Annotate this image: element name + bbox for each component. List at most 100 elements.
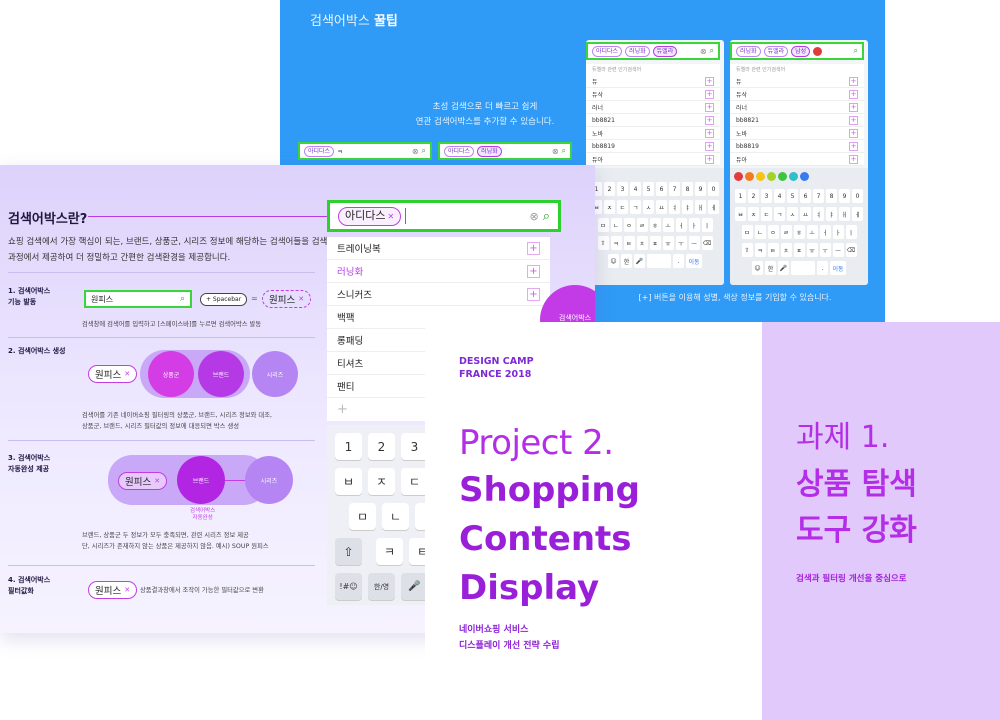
plus-icon[interactable]: +	[705, 89, 714, 99]
key[interactable]: ㅋ	[754, 243, 766, 257]
plus-icon[interactable]: +	[527, 241, 540, 255]
list-item[interactable]: 듀아 +	[730, 153, 864, 166]
key[interactable]: ㅜ	[819, 243, 831, 257]
list-item[interactable]: 듀아 +	[586, 153, 720, 166]
key[interactable]: ㅈ	[368, 468, 395, 495]
key[interactable]: 2	[604, 182, 615, 196]
key[interactable]: ㄴ	[610, 218, 622, 232]
key[interactable]: ㅣ	[845, 225, 857, 239]
key[interactable]: ㅗ	[806, 225, 818, 239]
color-swatch[interactable]	[789, 172, 798, 181]
search-chip[interactable]: 아디다스	[592, 45, 623, 57]
list-item[interactable]: bb8819 +	[586, 140, 720, 153]
key[interactable]: ㅂ	[335, 468, 362, 495]
key[interactable]: ㄴ	[382, 503, 409, 530]
shift-key[interactable]: ⇧	[741, 243, 753, 257]
key[interactable]: 1	[335, 433, 362, 460]
space-key[interactable]	[647, 254, 671, 268]
key[interactable]: ㅁ	[349, 503, 376, 530]
search-icon[interactable]: ⌕	[562, 146, 566, 156]
key[interactable]: 3	[761, 189, 772, 203]
search-chip[interactable]: 듀엘라	[763, 45, 789, 57]
key[interactable]: ㄹ	[636, 218, 648, 232]
search-icon[interactable]: ⌕	[180, 294, 185, 304]
mic-icon[interactable]: 🎤	[778, 261, 789, 275]
enter-key[interactable]: 이동	[686, 254, 702, 268]
key[interactable]: ㅕ	[669, 200, 680, 214]
key[interactable]: ㅅ	[787, 207, 798, 221]
key[interactable]: ㅂ	[735, 207, 746, 221]
plus-icon[interactable]: +	[705, 115, 714, 125]
key[interactable]: 6	[656, 182, 667, 196]
key[interactable]: 7	[813, 189, 824, 203]
key[interactable]: ㅛ	[656, 200, 667, 214]
emoji-key[interactable]: ☺	[608, 254, 619, 268]
search-icon[interactable]: ⌕	[422, 146, 426, 156]
key[interactable]: 3	[617, 182, 628, 196]
key[interactable]: ㄴ	[754, 225, 766, 239]
list-item[interactable]: 노바 +	[730, 127, 864, 140]
search-chip[interactable]: 원피스 ✕	[88, 365, 138, 383]
related-search-field[interactable]: 아디다스 러닝화 ⊗ ⌕	[438, 142, 572, 160]
key[interactable]: ㅌ	[623, 236, 635, 250]
plus-icon[interactable]: +	[705, 141, 714, 151]
key[interactable]: ㅍ	[649, 236, 661, 250]
key[interactable]: 1	[735, 189, 746, 203]
key[interactable]: ㅇ	[767, 225, 779, 239]
list-item[interactable]: 듀 +	[586, 75, 720, 88]
key[interactable]: .	[673, 254, 684, 268]
key[interactable]: 0	[852, 189, 863, 203]
mic-icon[interactable]: 🎤	[634, 254, 645, 268]
main-search-input[interactable]: 아디다스 ✕ ⊗ ⌕	[327, 200, 561, 232]
plus-icon[interactable]: +	[849, 128, 858, 138]
list-item[interactable]: 듀 +	[730, 75, 864, 88]
key[interactable]: ㄷ	[761, 207, 772, 221]
space-key[interactable]	[791, 261, 815, 275]
plus-icon[interactable]: +	[849, 102, 858, 112]
close-icon[interactable]: ✕	[154, 477, 160, 485]
key[interactable]: 5	[643, 182, 654, 196]
key[interactable]: ㅡ	[688, 236, 700, 250]
key[interactable]: 9	[839, 189, 850, 203]
list-item[interactable]: 러너 +	[730, 101, 864, 114]
key[interactable]: ㅔ	[708, 200, 719, 214]
color-swatch[interactable]	[734, 172, 743, 181]
list-item[interactable]: 듀삭 +	[730, 88, 864, 101]
lang-key[interactable]: 한/영	[368, 573, 395, 600]
clear-icon[interactable]: ⊗	[530, 210, 539, 223]
key[interactable]: 0	[708, 182, 719, 196]
key[interactable]: 4	[630, 182, 641, 196]
search-input[interactable]: 원피스 ⌕	[84, 290, 192, 308]
key[interactable]: ㅗ	[662, 218, 674, 232]
search-chip[interactable]: 아디다스	[444, 145, 475, 157]
key[interactable]: ㅊ	[780, 243, 792, 257]
plus-icon[interactable]: +	[849, 115, 858, 125]
mic-icon[interactable]: 🎤	[401, 573, 428, 600]
color-swatch[interactable]	[778, 172, 787, 181]
list-item[interactable]: bb8819 +	[730, 140, 864, 153]
shift-key[interactable]: ⇧	[597, 236, 609, 250]
plus-icon[interactable]: +	[705, 102, 714, 112]
close-icon[interactable]: ✕	[387, 212, 394, 221]
list-item[interactable]: 노바 +	[586, 127, 720, 140]
key[interactable]: ㅡ	[832, 243, 844, 257]
clear-icon[interactable]: ⊗	[412, 147, 419, 156]
key[interactable]: ㄷ	[401, 468, 428, 495]
emoji-key[interactable]: ☺	[752, 261, 763, 275]
filter-chip[interactable]: 원피스 ✕	[88, 581, 138, 599]
key[interactable]: ㅔ	[852, 207, 863, 221]
key[interactable]: ㅏ	[688, 218, 700, 232]
plus-icon[interactable]: +	[337, 402, 348, 417]
shift-key[interactable]: ⇧	[335, 538, 362, 565]
emoji-key[interactable]: !#☺	[335, 573, 362, 600]
color-swatch[interactable]	[800, 172, 809, 181]
plus-icon[interactable]: +	[705, 154, 714, 164]
key[interactable]: ㅐ	[695, 200, 706, 214]
key[interactable]: ㅈ	[748, 207, 759, 221]
plus-icon[interactable]: +	[849, 141, 858, 151]
search-chip[interactable]: 듀엘라	[652, 45, 678, 57]
key[interactable]: ㅠ	[662, 236, 674, 250]
search-chip[interactable]: 러닝화	[625, 45, 650, 57]
key[interactable]: ㅐ	[839, 207, 850, 221]
key[interactable]: ㅌ	[767, 243, 779, 257]
